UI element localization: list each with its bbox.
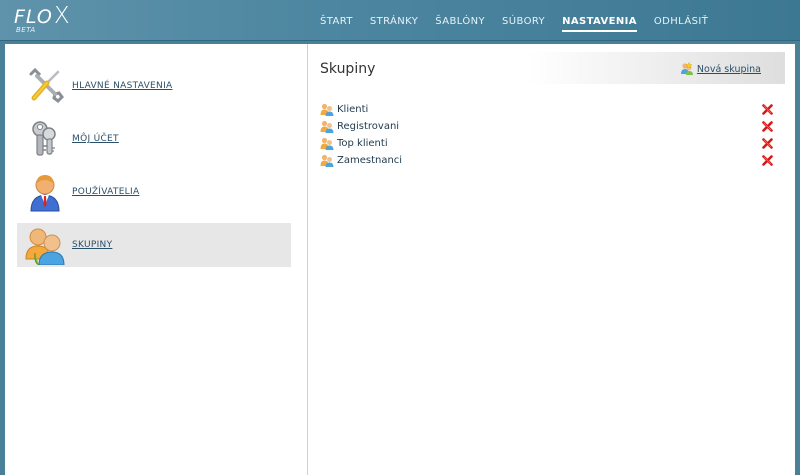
group-name-link[interactable]: Klienti [337,101,368,118]
section-header: Skupiny Nová skupina [318,52,785,84]
list-item: Registrovani [318,118,785,135]
delete-icon[interactable] [762,121,773,132]
nav-item-logout[interactable]: ODHLÁSIŤ [654,16,708,32]
keys-icon [32,121,56,156]
sidebar-item-users[interactable]: POUŽÍVATELIA [17,170,291,214]
page-title: Skupiny [320,61,376,77]
logo-x: X [53,3,71,29]
group-icon [320,137,334,150]
add-group-icon [680,62,693,75]
user-icon [30,175,60,212]
new-group-button[interactable]: Nová skupina [680,62,761,76]
sidebar-item-my-account[interactable]: MÔJ ÚČET [17,117,291,161]
delete-icon[interactable] [762,155,773,166]
new-group-label: Nová skupina [696,63,761,75]
group-icon [320,154,334,167]
sidebar-item-groups[interactable]: SKUPINY [17,223,291,267]
top-bar: FLOX BETA ŠTART STRÁNKY ŠABLÓNY SÚBORY N… [0,0,800,41]
sidebar-item-label: HLAVNÉ NASTAVENIA [72,81,173,91]
group-icon [320,120,334,133]
nav-item-settings[interactable]: NASTAVENIA [562,16,637,32]
users-group-icon [25,228,65,265]
sidebar-item-label: MÔJ ÚČET [72,134,119,144]
tools-icon [29,67,64,103]
nav-item-files[interactable]: SÚBORY [502,16,545,32]
group-name-link[interactable]: Registrovani [337,118,399,135]
settings-sidebar: HLAVNÉ NASTAVENIA MÔJ ÚČET POUŽÍVATELIA … [5,44,308,475]
nav-item-templates[interactable]: ŠABLÓNY [435,16,485,32]
groups-panel: Skupiny Nová skupina Klienti Registrovan… [308,44,795,475]
main-nav: ŠTART STRÁNKY ŠABLÓNY SÚBORY NASTAVENIA … [320,16,725,32]
nav-item-pages[interactable]: STRÁNKY [370,16,418,32]
group-name-link[interactable]: Top klienti [337,135,388,152]
app-logo[interactable]: FLOX [14,3,71,29]
list-item: Zamestnanci [318,152,785,169]
list-item: Klienti [318,101,785,118]
content-area: HLAVNÉ NASTAVENIA MÔJ ÚČET POUŽÍVATELIA … [5,44,795,475]
delete-icon[interactable] [762,104,773,115]
nav-item-start[interactable]: ŠTART [320,16,353,32]
delete-icon[interactable] [762,138,773,149]
group-name-link[interactable]: Zamestnanci [337,152,402,169]
sidebar-item-label: SKUPINY [72,240,113,250]
sidebar-item-label: POUŽÍVATELIA [72,187,140,197]
group-list: Klienti Registrovani Top klienti Zamestn… [318,101,785,169]
sidebar-item-main-settings[interactable]: HLAVNÉ NASTAVENIA [17,64,291,108]
logo-text: FLO [14,6,53,28]
list-item: Top klienti [318,135,785,152]
logo-beta-label: BETA [16,26,36,34]
group-icon [320,103,334,116]
